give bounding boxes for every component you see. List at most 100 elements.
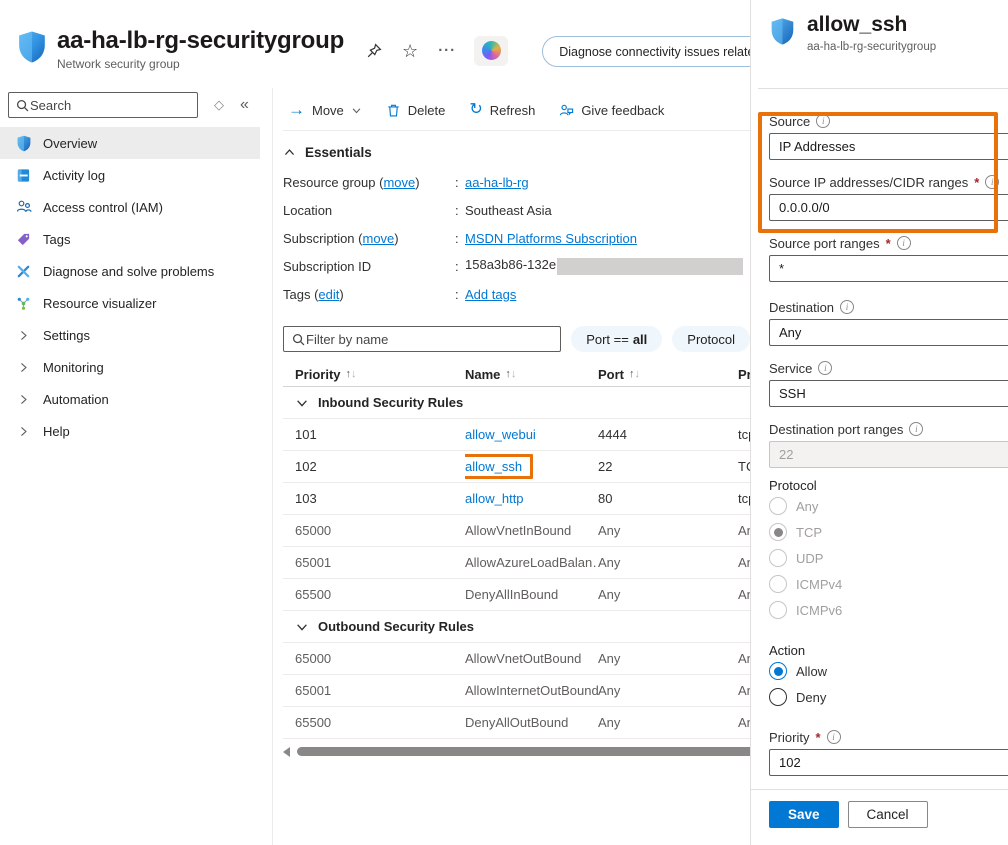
star-icon[interactable]: ☆ (402, 43, 418, 59)
source-port-ranges-input[interactable] (769, 255, 1008, 282)
table-row[interactable]: 103 allow_http 80 tcp (283, 483, 750, 515)
table-row[interactable]: 65001 AllowInternetOutBound Any Any (283, 675, 750, 707)
table-row[interactable]: 65000 AllowVnetOutBound Any Any (283, 643, 750, 675)
resource-group-link[interactable]: aa-ha-lb-rg (465, 175, 529, 190)
sidebar-item-help[interactable]: Help (0, 415, 260, 447)
sidebar-item-tags[interactable]: Tags (0, 223, 260, 255)
priority-label: Priority*i (769, 728, 1008, 746)
activity-log-icon (15, 167, 32, 184)
source-select[interactable]: IP Addresses (769, 133, 1008, 160)
sidebar-item-activity-log[interactable]: Activity log (0, 159, 260, 191)
panel-footer: Save Cancel (769, 801, 1008, 828)
info-icon[interactable]: i (897, 236, 911, 250)
sidebar-item-resource-visualizer[interactable]: Resource visualizer (0, 287, 260, 319)
move-button[interactable]: → Move (288, 103, 362, 118)
main-content: → Move Delete ↻ Refresh (273, 88, 750, 845)
protocol-filter-pill[interactable]: Protocol (672, 326, 750, 352)
inbound-rules-group[interactable]: Inbound Security Rules (283, 387, 750, 419)
column-name[interactable]: Name↑↓ (465, 367, 598, 382)
edit-link[interactable]: edit (318, 287, 339, 302)
edit-rule-panel: allow_ssh aa-ha-lb-rg-securitygroup Sour… (750, 0, 1008, 845)
sidebar-search-input[interactable] (30, 98, 191, 113)
table-row[interactable]: 65001 AllowAzureLoadBalan… Any Any (283, 547, 750, 579)
sidebar-item-monitoring[interactable]: Monitoring (0, 351, 260, 383)
rule-link-allow-http[interactable]: allow_http (465, 491, 524, 506)
column-priority[interactable]: Priority↑↓ (295, 367, 465, 382)
arrow-right-icon: → (288, 103, 305, 117)
rule-link-allow-webui[interactable]: allow_webui (465, 427, 536, 442)
sidebar-item-diagnose-and-solve-problems[interactable]: Diagnose and solve problems (0, 255, 260, 287)
table-row[interactable]: 65500 DenyAllInBound Any Any (283, 579, 750, 611)
sidebar-item-automation[interactable]: Automation (0, 383, 260, 415)
menu-refresh-icon[interactable]: ◇ (214, 97, 224, 113)
sidebar-item-overview[interactable]: Overview (0, 127, 260, 159)
page-header: aa-ha-lb-rg-securitygroup Network securi… (0, 0, 750, 88)
subscription-link[interactable]: MSDN Platforms Subscription (465, 231, 637, 246)
scroll-left-arrow-icon[interactable] (283, 747, 290, 757)
action-option-allow[interactable]: Allow (769, 658, 1008, 684)
service-select[interactable]: SSH (769, 380, 1008, 407)
column-port[interactable]: Port↑↓ (598, 367, 738, 382)
add-tags-link[interactable]: Add tags (465, 287, 516, 302)
panel-title: allow_ssh (807, 13, 936, 37)
radio-checked-icon (769, 523, 787, 541)
source-ip-input[interactable] (769, 194, 1008, 221)
radio-checked-icon (769, 662, 787, 680)
column-protocol[interactable]: Protocol (738, 367, 750, 382)
service-label: Servicei (769, 359, 1008, 377)
delete-button[interactable]: Delete (386, 103, 446, 118)
subscription-id-row: Subscription ID : 158a3b86-132e (283, 252, 750, 280)
sidebar-item-access-control-iam[interactable]: Access control (IAM) (0, 191, 260, 223)
pin-icon[interactable] (366, 43, 382, 59)
chevron-up-icon (283, 146, 296, 159)
location-value: Southeast Asia (465, 203, 552, 218)
destination-port-ranges-label: Destination port rangesi (769, 420, 1008, 438)
info-icon[interactable]: i (909, 422, 923, 436)
copilot-button[interactable] (474, 36, 508, 66)
collapse-menu-icon[interactable]: « (240, 96, 249, 114)
sidebar-item-settings[interactable]: Settings (0, 319, 260, 351)
table-row[interactable]: 65500 DenyAllOutBound Any Any (283, 707, 750, 739)
command-bar: → Move Delete ↻ Refresh (283, 97, 750, 123)
filter-bar: Port ==all Protocol (283, 326, 750, 352)
save-button[interactable]: Save (769, 801, 839, 828)
action-option-deny[interactable]: Deny (769, 684, 1008, 710)
info-icon[interactable]: i (840, 300, 854, 314)
table-row[interactable]: 65000 AllowVnetInBound Any Any (283, 515, 750, 547)
search-icon (291, 332, 306, 347)
action-label: Action (769, 643, 1008, 658)
filter-by-name-input[interactable] (306, 332, 553, 347)
refresh-button[interactable]: ↻ Refresh (469, 103, 535, 118)
horizontal-scrollbar[interactable] (283, 746, 750, 757)
port-filter-pill[interactable]: Port ==all (571, 326, 662, 352)
filter-by-name-box[interactable] (283, 326, 561, 352)
info-icon[interactable]: i (827, 730, 841, 744)
scrollbar-thumb[interactable] (297, 747, 750, 756)
info-icon[interactable]: i (816, 114, 830, 128)
cancel-button[interactable]: Cancel (848, 801, 928, 828)
location-row: Location : Southeast Asia (283, 196, 750, 224)
radio-icon (769, 549, 787, 567)
protocol-option-icmpv6: ICMPv6 (769, 597, 1008, 623)
destination-select[interactable]: Any (769, 319, 1008, 346)
search-icon (15, 98, 30, 113)
priority-input[interactable] (769, 749, 1008, 776)
give-feedback-button[interactable]: Give feedback (559, 103, 664, 118)
divider (283, 130, 750, 131)
copilot-suggestion-pill[interactable]: Diagnose connectivity issues related to … (542, 36, 750, 67)
move-link[interactable]: move (362, 231, 394, 246)
trash-icon (386, 103, 401, 118)
table-row[interactable]: 102 allow_ssh 22 TCP (283, 451, 750, 483)
sidebar-search-box[interactable] (8, 92, 198, 118)
move-link[interactable]: move (383, 175, 415, 190)
info-icon[interactable]: i (985, 175, 999, 189)
more-icon[interactable]: ··· (438, 42, 456, 59)
outbound-rules-group[interactable]: Outbound Security Rules (283, 611, 750, 643)
table-row[interactable]: 101 allow_webui 4444 tcp (283, 419, 750, 451)
divider (758, 88, 1008, 89)
essentials-toggle[interactable]: Essentials (283, 141, 750, 163)
nsg-shield-icon (16, 30, 48, 64)
rule-link-allow-ssh[interactable]: allow_ssh (465, 459, 522, 474)
shield-icon (15, 135, 32, 152)
info-icon[interactable]: i (818, 361, 832, 375)
